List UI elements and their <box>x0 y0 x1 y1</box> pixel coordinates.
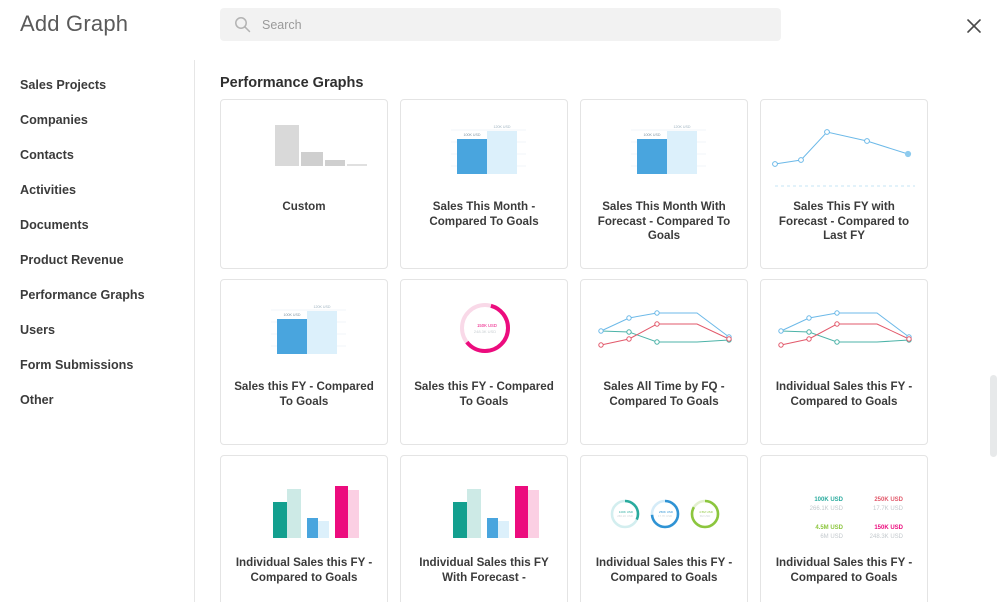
graph-card-label: Sales All Time by FQ - Compared To Goals <box>603 380 725 408</box>
section-title: Performance Graphs <box>220 75 364 91</box>
sidebar-item-form-submissions[interactable]: Form Submissions <box>20 358 133 372</box>
kpi-total: 6M USD <box>820 534 843 540</box>
svg-text:100K USD: 100K USD <box>464 133 481 137</box>
graph-card-individual-sales-donuts[interactable]: 100K USD 266.1K USD 250K USD 17.7K USD 4… <box>580 455 748 602</box>
sidebar-item-other[interactable]: Other <box>20 393 54 407</box>
svg-text:248.3K USD: 248.3K USD <box>474 329 496 334</box>
sidebar-item-performance-graphs[interactable]: Performance Graphs <box>20 288 145 302</box>
sidebar-item-contacts[interactable]: Contacts <box>20 148 74 162</box>
graph-card-label: Sales This Month With Forecast - Compare… <box>597 200 731 242</box>
search-icon <box>234 16 251 33</box>
kpi-value: 100K USD <box>814 497 843 503</box>
svg-text:120K USD: 120K USD <box>674 125 691 129</box>
svg-text:150K USD: 150K USD <box>477 323 497 328</box>
scrollbar-track[interactable] <box>989 60 997 602</box>
graph-card-custom[interactable]: Custom <box>220 99 388 269</box>
sidebar-item-sales-projects[interactable]: Sales Projects <box>20 78 106 92</box>
close-icon[interactable] <box>964 16 984 36</box>
search-input[interactable] <box>260 8 775 41</box>
dialog-header: Add Graph <box>0 0 1000 60</box>
thumbnail-blue-line <box>761 100 927 200</box>
thumbnail-grouped-bars <box>221 456 387 556</box>
graph-card-individual-sales-bars[interactable]: Individual Sales this FY - Compared to G… <box>220 455 388 602</box>
graph-card-sales-this-month-forecast[interactable]: 120K USD 100K USD Sales This Month With … <box>580 99 748 269</box>
kpi-total: 17.7K USD <box>872 506 903 512</box>
graph-card-label: Sales This FY with Forecast - Compared t… <box>778 200 910 242</box>
graph-card-label: Sales this FY - Compared To Goals <box>234 380 374 408</box>
graph-card-individual-sales-bars-forecast[interactable]: Individual Sales this FY With Forecast - <box>400 455 568 602</box>
thumbnail-kpi-quad: 100K USD 266.1K USD 250K USD 17.7K USD 4… <box>761 456 927 556</box>
sidebar-item-documents[interactable]: Documents <box>20 218 89 232</box>
kpi-value: 150K USD <box>874 525 903 531</box>
graph-card-label: Individual Sales this FY - Compared to G… <box>595 556 733 584</box>
svg-text:120K USD: 120K USD <box>494 125 511 129</box>
search-bar[interactable] <box>220 8 781 41</box>
sidebar-item-product-revenue[interactable]: Product Revenue <box>20 253 124 267</box>
kpi-cell: 100K USD 266.1K USD <box>787 496 843 514</box>
thumbnail-three-donuts: 100K USD 266.1K USD 250K USD 17.7K USD 4… <box>581 456 747 556</box>
main-content: Performance Graphs Custom 120K USD 100K … <box>196 60 1000 602</box>
graph-card-label: Sales this FY - Compared To Goals <box>414 380 554 408</box>
graph-card-label: Sales This Month - Compared To Goals <box>429 200 539 228</box>
graph-card-sales-this-fy-bar[interactable]: 120K USD 100K USD Sales this FY - Compar… <box>220 279 388 445</box>
kpi-cell: 4.5M USD 6M USD <box>787 524 843 542</box>
kpi-value: 250K USD <box>874 497 903 503</box>
sidebar-item-users[interactable]: Users <box>20 323 55 337</box>
graph-card-label: Individual Sales this FY - Compared to G… <box>775 556 913 584</box>
graph-card-label: Individual Sales this FY - Compared to G… <box>235 556 373 584</box>
kpi-cell: 150K USD 248.3K USD <box>847 524 903 542</box>
sidebar-item-companies[interactable]: Companies <box>20 113 88 127</box>
thumbnail-grey-descending-bars <box>221 100 387 200</box>
graph-card-label: Custom <box>282 200 326 213</box>
graph-card-label: Individual Sales this FY With Forecast - <box>419 556 549 584</box>
thumbnail-multi-line <box>761 280 927 380</box>
kpi-cell: 250K USD 17.7K USD <box>847 496 903 514</box>
kpi-total: 248.3K USD <box>869 534 903 540</box>
graph-card-sales-all-time-fq[interactable]: Sales All Time by FQ - Compared To Goals <box>580 279 748 445</box>
thumbnail-pink-donut: 150K USD 248.3K USD <box>401 280 567 380</box>
kpi-value: 4.5M USD <box>815 525 843 531</box>
graph-card-individual-sales-kpis[interactable]: 100K USD 266.1K USD 250K USD 17.7K USD 4… <box>760 455 928 602</box>
svg-text:120K USD: 120K USD <box>314 305 331 309</box>
svg-text:266.1K USD: 266.1K USD <box>617 514 633 518</box>
svg-text:17.7K USD: 17.7K USD <box>658 514 672 518</box>
kpi-total: 266.1K USD <box>809 506 843 512</box>
svg-text:6M USD: 6M USD <box>700 514 711 518</box>
graph-card-label: Individual Sales this FY - Compared to G… <box>775 380 913 408</box>
thumbnail-multi-line <box>581 280 747 380</box>
thumbnail-blue-goal-bar: 120K USD 100K USD <box>401 100 567 200</box>
thumbnail-grouped-bars <box>401 456 567 556</box>
thumbnail-blue-goal-bar: 120K USD 100K USD <box>581 100 747 200</box>
page-title: Add Graph <box>20 11 129 36</box>
graph-card-sales-this-month[interactable]: 120K USD 100K USD Sales This Month - Com… <box>400 99 568 269</box>
scrollbar-thumb[interactable] <box>990 375 997 457</box>
svg-text:100K USD: 100K USD <box>644 133 661 137</box>
sidebar: Sales Projects Companies Contacts Activi… <box>0 60 195 602</box>
svg-text:100K USD: 100K USD <box>284 313 301 317</box>
thumbnail-blue-goal-bar: 120K USD 100K USD <box>221 280 387 380</box>
sidebar-item-activities[interactable]: Activities <box>20 183 76 197</box>
graph-card-individual-sales-lines[interactable]: Individual Sales this FY - Compared to G… <box>760 279 928 445</box>
graph-card-sales-this-fy-donut[interactable]: 150K USD 248.3K USD Sales this FY - Comp… <box>400 279 568 445</box>
graph-card-sales-this-fy-forecast[interactable]: Sales This FY with Forecast - Compared t… <box>760 99 928 269</box>
